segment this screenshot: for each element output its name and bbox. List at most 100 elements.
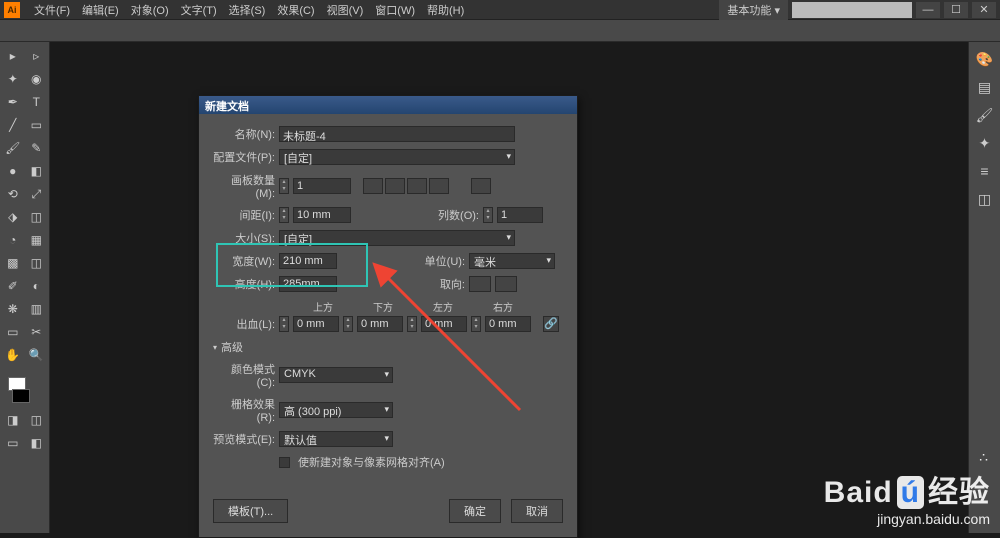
stroke-panel-icon[interactable]: ≡: [974, 160, 996, 182]
name-label: 名称(N):: [213, 126, 275, 142]
rectangle-tool[interactable]: ▭: [26, 115, 48, 135]
swatches-panel-icon[interactable]: ▤: [974, 76, 996, 98]
columns-label: 列数(O):: [429, 207, 479, 223]
app-logo: Ai: [4, 2, 20, 18]
artboards-label: 画板数量(M):: [213, 172, 275, 200]
spacing-input[interactable]: 10 mm: [293, 207, 351, 223]
symbols-panel-icon[interactable]: ✦: [974, 132, 996, 154]
stroke-color[interactable]: [12, 389, 30, 403]
ok-button[interactable]: 确定: [449, 499, 501, 523]
hand-tool[interactable]: ✋: [2, 345, 24, 365]
raster-select[interactable]: 高 (300 ppi): [279, 402, 393, 418]
graph-tool[interactable]: ▥: [26, 299, 48, 319]
symbol-sprayer-tool[interactable]: ❋: [2, 299, 24, 319]
watermark: ∴ Baidú经验 jingyan.baidu.com: [824, 449, 990, 527]
menu-view[interactable]: 视图(V): [321, 2, 370, 18]
menu-help[interactable]: 帮助(H): [421, 2, 470, 18]
row-rl-icon[interactable]: [429, 178, 449, 194]
artboards-input[interactable]: 1: [293, 178, 351, 194]
blend-tool[interactable]: ◐: [26, 276, 48, 296]
bleed-top-input[interactable]: 0 mm: [293, 316, 339, 332]
spacing-spinner[interactable]: ▴▾: [279, 207, 289, 223]
size-label: 大小(S):: [213, 230, 275, 246]
width-tool[interactable]: ⬗: [2, 207, 24, 227]
window-close[interactable]: ✕: [972, 2, 996, 18]
workspace-selector[interactable]: 基本功能 ▾: [719, 0, 788, 20]
tools-panel: ▸▹ ✦◉ ✒T ╱▭ 🖌✎ ●◧ ⟲⤢ ⬗◫ ◔▦ ▩◫ ✐◐ ❋▥ ▭✂ ✋…: [0, 42, 50, 533]
bleed-bottom-spinner[interactable]: ▴▾: [343, 316, 353, 332]
search-input[interactable]: [792, 2, 912, 18]
columns-input[interactable]: 1: [497, 207, 543, 223]
window-minimize[interactable]: —: [916, 2, 940, 18]
selection-tool[interactable]: ▸: [2, 46, 24, 66]
columns-spinner[interactable]: ▴▾: [483, 207, 493, 223]
bleed-left-input[interactable]: 0 mm: [421, 316, 467, 332]
line-tool[interactable]: ╱: [2, 115, 24, 135]
name-input[interactable]: 未标题-4: [279, 126, 515, 142]
eraser-tool[interactable]: ◧: [26, 161, 48, 181]
paintbrush-tool[interactable]: 🖌: [2, 138, 24, 158]
mesh-tool[interactable]: ▩: [2, 253, 24, 273]
bleed-right-input[interactable]: 0 mm: [485, 316, 531, 332]
cancel-button[interactable]: 取消: [511, 499, 563, 523]
orientation-landscape[interactable]: [495, 276, 517, 292]
bleed-link-icon[interactable]: 🔗: [543, 316, 559, 332]
advanced-section[interactable]: ▾ 高级: [213, 339, 563, 355]
menu-type[interactable]: 文字(T): [175, 2, 223, 18]
zoom-tool[interactable]: 🔍: [26, 345, 48, 365]
width-label: 宽度(W):: [213, 253, 275, 269]
artboard-tool[interactable]: ▭: [2, 322, 24, 342]
scale-tool[interactable]: ⤢: [26, 184, 48, 204]
screen-mode-icon[interactable]: ▭: [2, 433, 24, 453]
eyedropper-tool[interactable]: ✐: [2, 276, 24, 296]
bleed-bottom-input[interactable]: 0 mm: [357, 316, 403, 332]
blob-brush-tool[interactable]: ●: [2, 161, 24, 181]
shape-builder-tool[interactable]: ◔: [2, 230, 24, 250]
perspective-tool[interactable]: ▦: [26, 230, 48, 250]
direct-selection-tool[interactable]: ▹: [26, 46, 48, 66]
profile-select[interactable]: [自定]: [279, 149, 515, 165]
grid-by-col-icon[interactable]: [385, 178, 405, 194]
magic-wand-tool[interactable]: ✦: [2, 69, 24, 89]
menu-select[interactable]: 选择(S): [223, 2, 272, 18]
colormode-select[interactable]: CMYK: [279, 367, 393, 383]
height-input[interactable]: 285mm: [279, 276, 337, 292]
artboards-spinner[interactable]: ▴▾: [279, 178, 289, 194]
menu-window[interactable]: 窗口(W): [369, 2, 421, 18]
brushes-panel-icon[interactable]: 🖌: [974, 104, 996, 126]
layers-panel-icon[interactable]: ◫: [974, 188, 996, 210]
arrange-icon[interactable]: [471, 178, 491, 194]
template-button[interactable]: 模板(T)...: [213, 499, 288, 523]
window-maximize[interactable]: ☐: [944, 2, 968, 18]
units-select[interactable]: 毫米: [469, 253, 555, 269]
menu-edit[interactable]: 编辑(E): [76, 2, 125, 18]
dialog-title: 新建文档: [199, 96, 577, 114]
bleed-left-spinner[interactable]: ▴▾: [407, 316, 417, 332]
bleed-bottom-label: 下方: [355, 299, 411, 314]
pen-tool[interactable]: ✒: [2, 92, 24, 112]
color-mode-icon[interactable]: ◨: [2, 410, 24, 430]
menu-file[interactable]: 文件(F): [28, 2, 76, 18]
free-transform-tool[interactable]: ◫: [26, 207, 48, 227]
row-lr-icon[interactable]: [407, 178, 427, 194]
pencil-tool[interactable]: ✎: [26, 138, 48, 158]
preview-label: 预览模式(E):: [213, 431, 275, 447]
menu-effect[interactable]: 效果(C): [271, 2, 320, 18]
type-tool[interactable]: T: [26, 92, 48, 112]
preview-select[interactable]: 默认值: [279, 431, 393, 447]
orientation-portrait[interactable]: [469, 276, 491, 292]
slice-tool[interactable]: ✂: [26, 322, 48, 342]
lasso-tool[interactable]: ◉: [26, 69, 48, 89]
size-select[interactable]: [自定]: [279, 230, 515, 246]
grid-by-row-icon[interactable]: [363, 178, 383, 194]
bleed-right-spinner[interactable]: ▴▾: [471, 316, 481, 332]
draw-mode-icon[interactable]: ◧: [26, 433, 48, 453]
align-pixel-checkbox[interactable]: [279, 457, 290, 468]
gradient-tool[interactable]: ◫: [26, 253, 48, 273]
menu-object[interactable]: 对象(O): [125, 2, 175, 18]
color-panel-icon[interactable]: 🎨: [974, 48, 996, 70]
gradient-mode-icon[interactable]: ◫: [26, 410, 48, 430]
bleed-top-spinner[interactable]: ▴▾: [279, 316, 289, 332]
width-input[interactable]: 210 mm: [279, 253, 337, 269]
rotate-tool[interactable]: ⟲: [2, 184, 24, 204]
